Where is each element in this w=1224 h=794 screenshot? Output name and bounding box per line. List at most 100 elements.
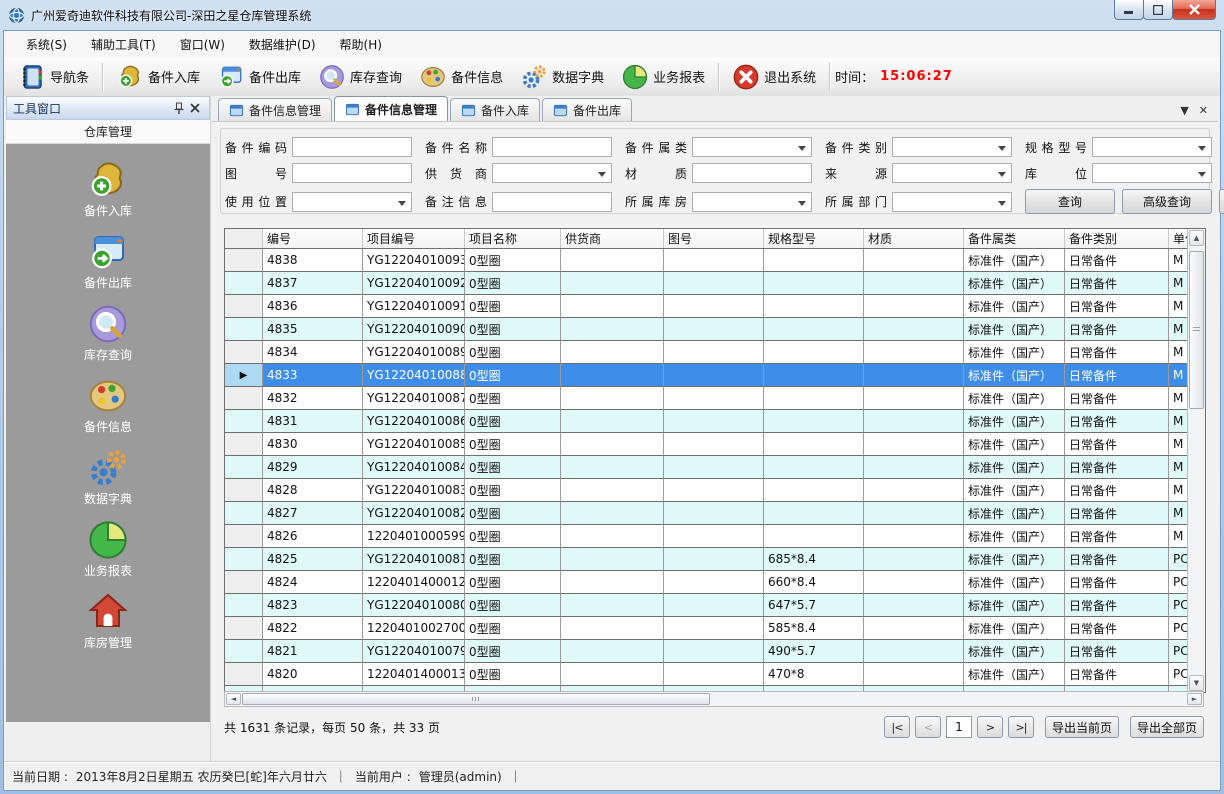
table-cell[interactable]: M <box>1169 410 1188 433</box>
table-cell[interactable]: 标准件（国产） <box>964 295 1065 318</box>
table-cell[interactable]: 日常备件 <box>1065 456 1169 479</box>
table-cell[interactable]: PC <box>1169 548 1188 571</box>
table-cell[interactable] <box>664 502 764 525</box>
part-code-input-field[interactable] <box>293 138 411 156</box>
column-header[interactable]: 备件类别 <box>1065 229 1169 248</box>
table-cell[interactable] <box>664 433 764 456</box>
table-cell[interactable]: YG12204010082 <box>363 502 465 525</box>
supplier-select[interactable] <box>492 163 612 183</box>
table-row[interactable]: 4828YG122040100830型圈标准件（国产）日常备件M <box>225 479 1188 502</box>
column-header[interactable]: 编号 <box>263 229 363 248</box>
table-cell[interactable] <box>664 364 764 387</box>
table-cell[interactable] <box>764 410 864 433</box>
horizontal-scrollbar[interactable]: ◄ ► <box>224 691 1204 707</box>
scroll-left-icon[interactable]: ◄ <box>226 693 241 705</box>
table-row[interactable]: 4829YG122040100840型圈标准件（国产）日常备件M <box>225 456 1188 479</box>
table-cell[interactable]: 日常备件 <box>1065 640 1169 663</box>
material-input[interactable] <box>692 163 812 183</box>
table-cell[interactable]: 4838 <box>263 249 363 272</box>
toolbar-button-6[interactable]: 数据字典 <box>512 61 613 93</box>
table-cell[interactable] <box>561 502 664 525</box>
table-cell[interactable]: PC <box>1169 640 1188 663</box>
table-cell[interactable]: 4821 <box>263 640 363 663</box>
table-cell[interactable]: 0型圈 <box>465 594 561 617</box>
material-input-field[interactable] <box>693 164 811 182</box>
table-cell[interactable]: 日常备件 <box>1065 525 1169 548</box>
table-cell[interactable]: 0型圈 <box>465 571 561 594</box>
toolbar-button-2[interactable]: 备件入库 <box>108 61 209 93</box>
table-cell[interactable]: 0型圈 <box>465 502 561 525</box>
row-selector-cell[interactable] <box>225 318 263 341</box>
spec-model-select[interactable] <box>1092 137 1212 157</box>
table-cell[interactable]: 日常备件 <box>1065 249 1169 272</box>
location-select[interactable] <box>1092 163 1212 183</box>
source-select[interactable] <box>892 163 1012 183</box>
column-header[interactable]: 单位 <box>1169 229 1188 248</box>
row-selector-cell[interactable] <box>225 617 263 640</box>
table-cell[interactable]: 日常备件 <box>1065 594 1169 617</box>
column-header[interactable]: 备件属类 <box>964 229 1065 248</box>
table-cell[interactable] <box>561 410 664 433</box>
table-cell[interactable]: 日常备件 <box>1065 502 1169 525</box>
table-cell[interactable]: 4825 <box>263 548 363 571</box>
table-cell[interactable] <box>561 433 664 456</box>
table-cell[interactable] <box>561 663 664 686</box>
table-cell[interactable] <box>764 364 864 387</box>
row-selector-cell[interactable] <box>225 295 263 318</box>
table-cell[interactable]: 标准件（国产） <box>964 571 1065 594</box>
table-cell[interactable] <box>764 456 864 479</box>
query-button[interactable]: 查询 <box>1025 189 1115 214</box>
remark-input[interactable] <box>492 192 612 212</box>
table-cell[interactable] <box>561 456 664 479</box>
table-cell[interactable]: 0型圈 <box>465 617 561 640</box>
row-selector-cell[interactable] <box>225 525 263 548</box>
table-cell[interactable]: 685*8.4 <box>764 548 864 571</box>
row-selector-cell[interactable] <box>225 479 263 502</box>
column-header[interactable]: 项目编号 <box>363 229 465 248</box>
table-cell[interactable] <box>561 295 664 318</box>
table-cell[interactable]: 4827 <box>263 502 363 525</box>
table-cell[interactable]: 490*5.7 <box>764 640 864 663</box>
table-cell[interactable] <box>864 272 964 295</box>
row-selector-header[interactable] <box>225 229 263 248</box>
tab-close-icon[interactable]: ✕ <box>1199 104 1208 117</box>
table-row[interactable]: 4821YG122040100790型圈490*5.7标准件（国产）日常备件PC <box>225 640 1188 663</box>
table-row[interactable]: 4834YG122040100890型圈标准件（国产）日常备件M <box>225 341 1188 364</box>
remark-input-field[interactable] <box>493 193 611 211</box>
column-header[interactable]: 图号 <box>664 229 764 248</box>
advanced-query-button[interactable]: 高级查询 <box>1122 189 1212 214</box>
table-cell[interactable]: YG12204010090 <box>363 318 465 341</box>
table-row[interactable]: 4835YG122040100900型圈标准件（国产）日常备件M <box>225 318 1188 341</box>
table-cell[interactable]: PC <box>1169 663 1188 686</box>
table-cell[interactable]: 标准件（国产） <box>964 249 1065 272</box>
table-cell[interactable] <box>561 548 664 571</box>
table-cell[interactable]: YG12204010089 <box>363 341 465 364</box>
row-selector-cell[interactable] <box>225 594 263 617</box>
sidebar-item-part-in[interactable]: 备件入库 <box>48 160 168 219</box>
toolbar-button-8[interactable]: 退出系统 <box>724 61 825 93</box>
table-cell[interactable]: 0型圈 <box>465 548 561 571</box>
toolbar-button-4[interactable]: 库存查询 <box>310 61 411 93</box>
menu-item[interactable]: 帮助(H) <box>328 32 394 57</box>
horizontal-scroll-thumb[interactable] <box>242 693 710 705</box>
table-cell[interactable] <box>864 548 964 571</box>
menu-item[interactable]: 辅助工具(T) <box>79 32 168 57</box>
part-type-select[interactable] <box>892 137 1012 157</box>
table-cell[interactable] <box>664 617 764 640</box>
table-cell[interactable]: YG12204010086 <box>363 410 465 433</box>
sidebar-item-warehouse-home[interactable]: 库房管理 <box>48 592 168 651</box>
row-selector-cell[interactable] <box>225 249 263 272</box>
table-cell[interactable]: 0型圈 <box>465 387 561 410</box>
row-selector-cell[interactable] <box>225 640 263 663</box>
toolbar-button-1[interactable]: 导航条 <box>10 61 98 93</box>
tab-2[interactable]: 备件信息管理 <box>334 96 448 121</box>
table-row[interactable]: 4837YG122040100920型圈标准件（国产）日常备件M <box>225 272 1188 295</box>
table-cell[interactable]: 4823 <box>263 594 363 617</box>
table-cell[interactable]: 4836 <box>263 295 363 318</box>
table-cell[interactable]: YG12204010092 <box>363 272 465 295</box>
table-cell[interactable] <box>864 640 964 663</box>
table-cell[interactable]: 日常备件 <box>1065 387 1169 410</box>
use-position-select[interactable] <box>292 192 412 212</box>
table-cell[interactable]: YG12204010081 <box>363 548 465 571</box>
table-cell[interactable]: 标准件（国产） <box>964 663 1065 686</box>
